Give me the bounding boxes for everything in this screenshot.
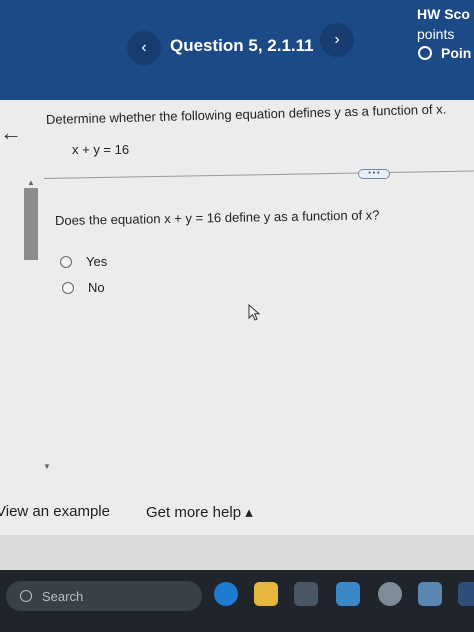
search-placeholder: Search <box>42 588 84 604</box>
scrollbar-thumb[interactable] <box>24 188 38 260</box>
question-title: Question 5, 2.1.11 <box>170 36 314 55</box>
option-no[interactable]: No <box>62 280 105 295</box>
file-explorer-icon[interactable] <box>254 582 278 606</box>
chevron-left-icon: ‹ <box>141 39 147 56</box>
photos-icon[interactable] <box>418 582 442 606</box>
radio-yes[interactable] <box>60 255 72 268</box>
view-example-link[interactable]: View an example <box>0 503 110 520</box>
settings-icon[interactable] <box>378 582 402 606</box>
app-icon[interactable] <box>458 582 474 606</box>
edge-icon[interactable] <box>214 582 238 606</box>
option-yes-label: Yes <box>86 254 108 269</box>
store-icon[interactable] <box>294 582 318 606</box>
hw-score-label: HW Sco <box>417 6 470 22</box>
equation-text: x + y = 16 <box>72 142 130 157</box>
option-yes[interactable]: Yes <box>60 254 107 269</box>
points-row-label: Poin <box>441 45 472 61</box>
status-circle-icon <box>418 46 432 60</box>
previous-question-button[interactable]: ‹ <box>127 31 161 65</box>
scroll-down-icon[interactable]: ▼ <box>43 462 51 471</box>
lower-band <box>0 535 474 570</box>
get-more-help-button[interactable]: Get more help ▴ <box>146 503 253 521</box>
expand-handle[interactable]: • • • <box>358 169 390 179</box>
mouse-cursor-icon <box>248 304 261 321</box>
back-arrow-icon[interactable]: ← <box>0 122 22 144</box>
option-no-label: No <box>88 280 105 295</box>
points-row: Poin <box>418 45 471 61</box>
mail-icon[interactable] <box>336 582 360 606</box>
scroll-up-icon[interactable]: ▲ <box>27 178 35 187</box>
radio-no[interactable] <box>62 281 74 294</box>
next-question-button[interactable]: › <box>320 23 354 57</box>
question-panel <box>0 100 474 570</box>
chevron-right-icon: › <box>334 31 340 48</box>
points-label: points <box>417 26 455 42</box>
search-icon <box>20 590 32 602</box>
taskbar-search[interactable]: Search <box>6 581 202 611</box>
